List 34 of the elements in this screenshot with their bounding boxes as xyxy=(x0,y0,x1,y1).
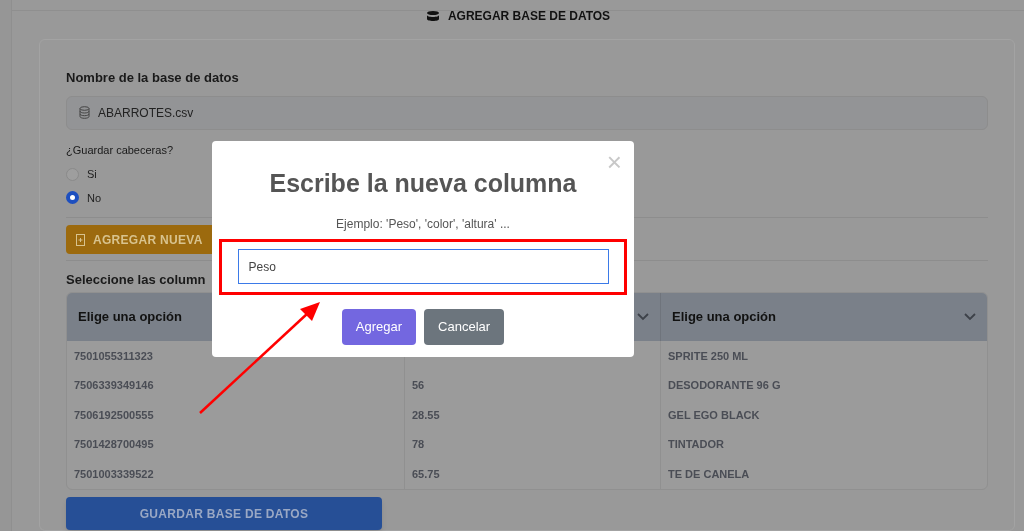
modal-hint: Ejemplo: 'Peso', 'color', 'altura' ... xyxy=(336,215,510,233)
add-button[interactable]: Agregar xyxy=(341,308,417,345)
chevron-icon xyxy=(637,313,649,322)
database-icon xyxy=(425,11,440,22)
table-cell-text: 7501003339522 xyxy=(74,466,154,482)
table-cell-text: 56 xyxy=(412,378,425,394)
table-cell-text: GEL EGO BLACK xyxy=(668,407,760,423)
table-cell-text: 7501428700495 xyxy=(74,437,154,453)
table-cell-text: TE DE CANELA xyxy=(668,466,750,482)
add-icon xyxy=(76,233,85,246)
table-cell-text: 65.75 xyxy=(412,466,440,482)
database-name-field[interactable]: ABARROTES.csv xyxy=(66,95,988,130)
cancel-button[interactable]: Cancelar xyxy=(424,308,505,345)
radio-button[interactable] xyxy=(66,191,79,205)
table-cell-text: 28.55 xyxy=(412,407,440,423)
page-title: AGREGAR BASE DE DATOS xyxy=(447,10,611,23)
radio-label: Si xyxy=(87,167,97,183)
table-cell-text: 78 xyxy=(412,437,425,453)
field-label: Nombre de la base de datos xyxy=(66,69,240,88)
column-name-field[interactable]: Peso xyxy=(237,249,609,284)
table-cell-text: 7506192500555 xyxy=(74,407,154,423)
table-cell-text: TINTADOR xyxy=(668,437,724,453)
radio-label: No xyxy=(87,190,102,206)
section-label: Seleccione las column xyxy=(66,273,207,287)
modal-title: Escribe la nueva columna xyxy=(269,168,577,199)
table-cell-text: 7506339349146 xyxy=(74,378,154,394)
question-label: ¿Guardar cabeceras? xyxy=(66,142,174,158)
save-database-button[interactable]: GUARDAR BASE DE DATOS xyxy=(66,497,382,530)
table-cell-text: DESODORANTE 96 G xyxy=(668,378,781,394)
chevron-icon xyxy=(964,313,976,322)
column-select[interactable]: Elige una opción xyxy=(660,293,987,342)
table-cell-text: SPRITE 250 ML xyxy=(668,348,749,364)
database-icon xyxy=(79,106,90,120)
table-cell-text: 7501055311323 xyxy=(74,348,153,364)
